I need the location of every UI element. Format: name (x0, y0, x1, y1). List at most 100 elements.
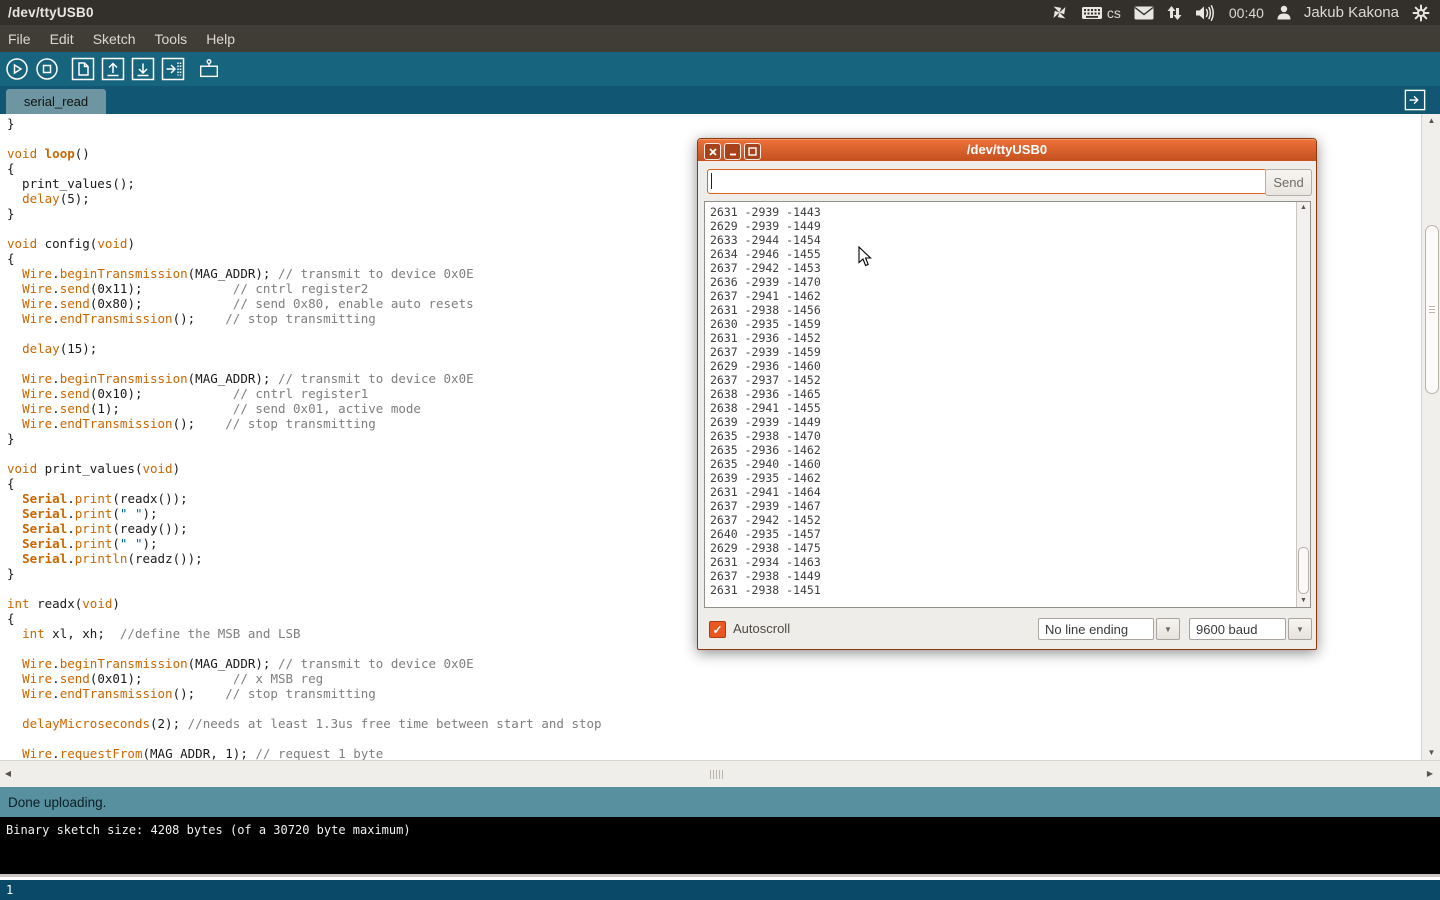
grip-icon (710, 770, 724, 779)
code-line: Serial.print(ready()); (7, 521, 602, 536)
chevron-down-icon: ▼ (1296, 625, 1304, 634)
code-line: delayMicroseconds(2); //needs at least 1… (7, 716, 602, 731)
mail-icon[interactable] (1134, 6, 1154, 20)
code-line (7, 731, 602, 746)
upload-button[interactable] (161, 57, 185, 81)
code-line: delay(5); (7, 191, 602, 206)
scroll-up-icon[interactable]: ▲ (1297, 203, 1310, 213)
code-line: Serial.println(readz()); (7, 551, 602, 566)
menu-sketch[interactable]: Sketch (93, 31, 136, 47)
code-line: { (7, 611, 602, 626)
code-line: Wire.beginTransmission(MAG_ADDR); // tra… (7, 371, 602, 386)
code-line: Serial.print(" "); (7, 536, 602, 551)
autoscroll-checkbox[interactable]: ✓ (709, 621, 726, 638)
session-gear-icon[interactable] (1412, 4, 1430, 22)
code-line: Wire.requestFrom(MAG_ADDR, 1); // reques… (7, 746, 602, 760)
window-title: /dev/ttyUSB0 (0, 5, 94, 20)
line-ending-dropdown-button[interactable]: ▼ (1156, 618, 1180, 640)
code-line: { (7, 161, 602, 176)
serial-monitor-button[interactable] (197, 57, 221, 81)
serial-line: 2631 -2938 -1456 (710, 303, 821, 317)
code-line (7, 356, 602, 371)
serial-scrollbar[interactable]: ▲ ▼ (1296, 202, 1310, 607)
code-line (7, 326, 602, 341)
status-message: Done uploading. (0, 795, 106, 810)
code-line (7, 641, 602, 656)
serial-line: 2638 -2941 -1455 (710, 401, 821, 415)
open-button[interactable] (101, 57, 125, 81)
scroll-down-icon[interactable]: ▼ (1297, 596, 1310, 606)
code-line: Serial.print(" "); (7, 506, 602, 521)
code-line: Wire.send(0x80); // send 0x80, enable au… (7, 296, 602, 311)
new-sketch-button[interactable] (71, 57, 95, 81)
editor-scrollbar-thumb[interactable] (1425, 225, 1439, 394)
network-arrows-icon[interactable] (1167, 5, 1182, 21)
clock[interactable]: 00:40 (1229, 5, 1264, 21)
keyboard-indicator[interactable]: cs (1081, 5, 1121, 21)
scroll-down-icon[interactable]: ▼ (1422, 748, 1440, 758)
username[interactable]: Jakub Kakona (1304, 4, 1399, 21)
scroll-right-icon[interactable]: ▶ (1424, 769, 1436, 779)
serial-line: 2637 -2939 -1467 (710, 499, 821, 513)
send-button[interactable]: Send (1265, 169, 1312, 196)
code-line: Wire.send(0x01); // x MSB reg (7, 671, 602, 686)
serial-line: 2631 -2941 -1464 (710, 485, 821, 499)
code-line: int readx(void) (7, 596, 602, 611)
serial-monitor-controls: ✓ Autoscroll No line ending ▼ 9600 baud … (698, 618, 1316, 644)
serial-line: 2637 -2942 -1452 (710, 513, 821, 527)
pinwheel-icon[interactable] (1051, 4, 1068, 21)
menu-help[interactable]: Help (206, 31, 235, 47)
grip-icon (1429, 306, 1435, 314)
code-line (7, 131, 602, 146)
serial-line: 2635 -2940 -1460 (710, 457, 821, 471)
line-ending-value: No line ending (1045, 622, 1128, 637)
serial-line: 2637 -2939 -1459 (710, 345, 821, 359)
tab-serial-read[interactable]: serial_read (6, 89, 106, 114)
serial-line: 2631 -2938 -1451 (710, 583, 821, 597)
menu-file[interactable]: File (8, 31, 31, 47)
code-line: Wire.send(0x10); // cntrl register1 (7, 386, 602, 401)
verify-button[interactable] (5, 57, 29, 81)
editor-horizontal-scrollbar[interactable]: ◀ ▶ (0, 760, 1440, 788)
code-line: print_values(); (7, 176, 602, 191)
menubar: File Edit Sketch Tools Help (0, 25, 1440, 52)
editor-vertical-scrollbar[interactable]: ▲ ▼ (1421, 114, 1440, 760)
serial-line: 2635 -2938 -1470 (710, 429, 821, 443)
baud-rate-select[interactable]: 9600 baud (1189, 618, 1286, 640)
menu-edit[interactable]: Edit (50, 31, 74, 47)
code-line: { (7, 476, 602, 491)
code-line: Wire.beginTransmission(MAG_ADDR); // tra… (7, 266, 602, 281)
code-area: } void loop(){ print_values(); delay(5);… (7, 116, 602, 760)
line-ending-select[interactable]: No line ending (1038, 618, 1154, 640)
serial-line: 2635 -2936 -1462 (710, 443, 821, 457)
tab-menu-button[interactable] (1404, 89, 1426, 111)
code-line (7, 446, 602, 461)
mouse-cursor-icon (858, 246, 872, 272)
serial-line: 2640 -2935 -1457 (710, 527, 821, 541)
code-line: void loop() (7, 146, 602, 161)
save-button[interactable] (131, 57, 155, 81)
serial-line: 2630 -2935 -1459 (710, 317, 821, 331)
serial-monitor-titlebar[interactable]: /dev/ttyUSB0 (698, 139, 1316, 161)
code-line: } (7, 431, 602, 446)
console-message: Binary sketch size: 4208 bytes (of a 307… (6, 823, 411, 837)
baud-dropdown-button[interactable]: ▼ (1288, 618, 1312, 640)
scroll-up-icon[interactable]: ▲ (1422, 116, 1440, 126)
serial-monitor-window: /dev/ttyUSB0 Send 2631 -2939 -14432629 -… (697, 138, 1317, 650)
serial-scrollbar-thumb[interactable] (1298, 547, 1309, 594)
menu-tools[interactable]: Tools (155, 31, 188, 47)
send-label: Send (1273, 175, 1303, 190)
serial-output-area[interactable]: 2631 -2939 -14432629 -2939 -14492633 -29… (704, 201, 1311, 608)
scroll-left-icon[interactable]: ◀ (2, 769, 14, 779)
code-line (7, 701, 602, 716)
code-line: Wire.endTransmission(); // stop transmit… (7, 686, 602, 701)
volume-icon[interactable] (1195, 5, 1216, 21)
stop-button[interactable] (35, 57, 59, 81)
code-line: Serial.print(readx()); (7, 491, 602, 506)
code-line: } (7, 206, 602, 221)
code-line (7, 581, 602, 596)
serial-line: 2634 -2946 -1455 (710, 247, 821, 261)
serial-input[interactable] (707, 169, 1267, 194)
code-line: Wire.endTransmission(); // stop transmit… (7, 416, 602, 431)
keyboard-layout-label: cs (1107, 5, 1121, 21)
